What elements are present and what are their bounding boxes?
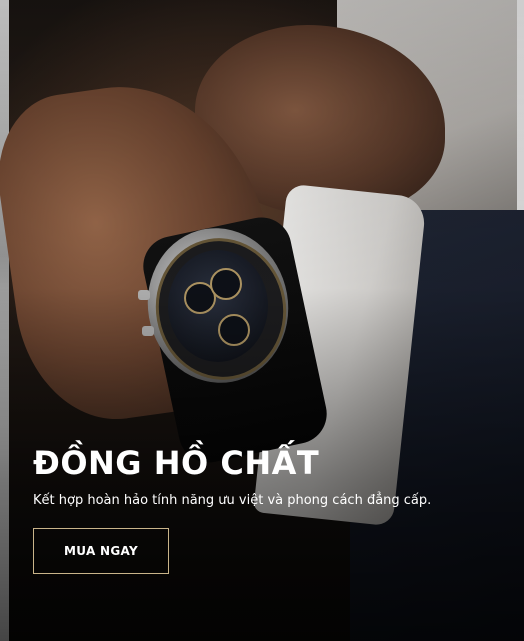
hero-banner: ĐỒNG HỒ CHẤT Kết hợp hoàn hảo tính năng … [0, 0, 524, 641]
hero-title: ĐỒNG HỒ CHẤT [33, 444, 320, 482]
hero-subtitle: Kết hợp hoàn hảo tính năng ưu việt và ph… [33, 493, 432, 508]
buy-now-button[interactable]: MUA NGAY [33, 528, 169, 574]
hero-content: ĐỒNG HỒ CHẤT Kết hợp hoàn hảo tính năng … [33, 442, 504, 510]
